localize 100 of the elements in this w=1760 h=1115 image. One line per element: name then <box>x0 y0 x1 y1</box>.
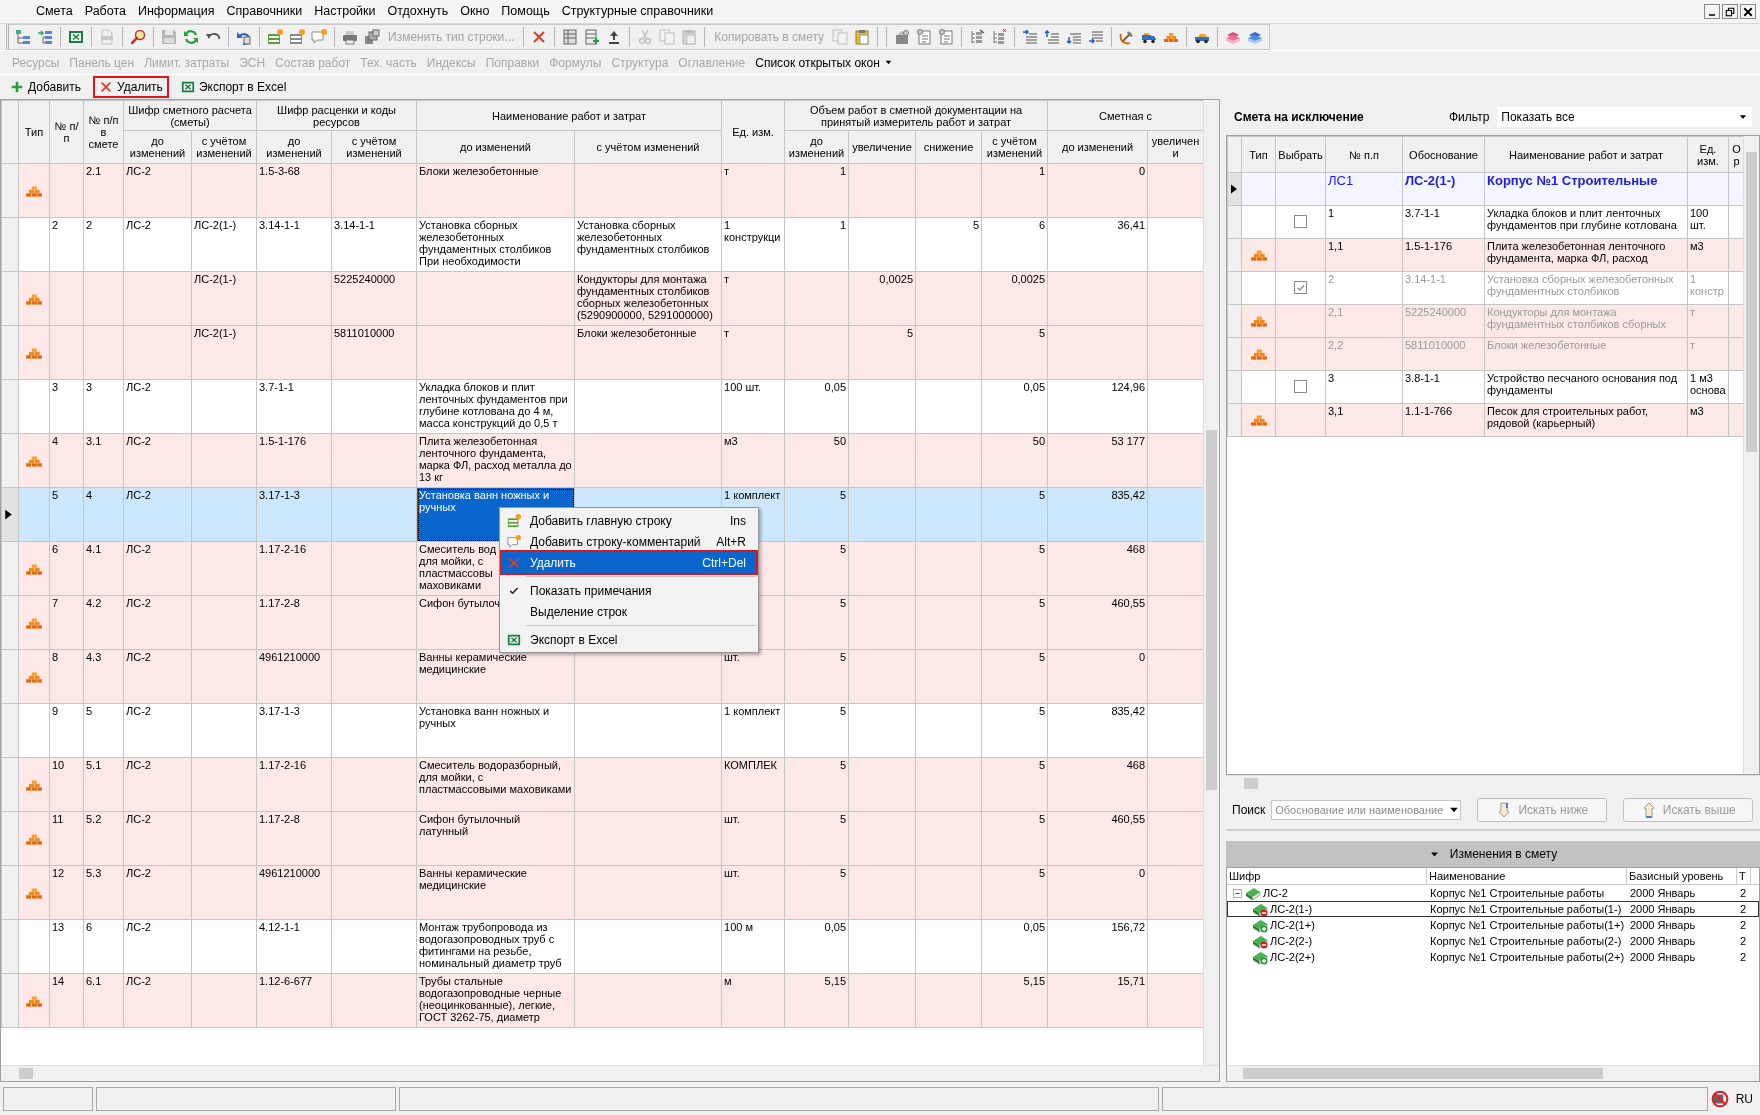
menu-item[interactable]: Структурные справочники <box>555 2 720 21</box>
table-cell: ЛС-2 <box>123 919 192 974</box>
indent-icon[interactable] <box>1022 29 1039 45</box>
table-cell: 4.1 <box>83 541 124 596</box>
scrollbar[interactable] <box>1 1065 1219 1081</box>
search-icon[interactable] <box>130 29 146 45</box>
table-icon[interactable] <box>562 29 579 45</box>
toolbar-button[interactable]: Удалить <box>93 76 169 98</box>
scrollbar[interactable] <box>1227 1065 1759 1081</box>
tree-icon[interactable] <box>15 29 31 45</box>
menu-item[interactable]: Информация <box>131 2 221 21</box>
menu-item[interactable]: Удалить Ctrl+Del <box>502 552 756 573</box>
comment-icon[interactable] <box>311 29 327 45</box>
column-header: Сметная с <box>1047 100 1203 131</box>
indent-icon[interactable] <box>1044 29 1061 45</box>
table-cell: 5 <box>784 865 849 920</box>
menu-item[interactable]: Работа <box>78 2 132 21</box>
toolbar-button[interactable]: Экспорт в Excel <box>174 76 293 98</box>
column-header: Шифр расценки и коды ресурсов <box>256 100 417 131</box>
add-row-icon[interactable] <box>289 29 305 45</box>
table-cell: ЛС-2 <box>123 487 192 542</box>
plus-icon <box>10 80 24 94</box>
table-cell: Установка сборных железобетонных фундаментных столбиков <box>1484 271 1688 305</box>
row-header[interactable] <box>1 487 19 542</box>
revert-icon[interactable] <box>236 29 252 45</box>
comment-icon <box>507 534 521 549</box>
table-cell: Корпус №1 Строительные <box>1484 172 1688 206</box>
column-header: с учётом изменений <box>981 130 1048 164</box>
table-cell: 5 <box>981 487 1048 542</box>
scrollbar[interactable] <box>1203 100 1219 1065</box>
scrollbar[interactable] <box>1743 136 1759 774</box>
document-icon[interactable] <box>938 29 955 45</box>
table-cell: 5 <box>784 811 849 866</box>
hammer-icon[interactable] <box>1119 29 1136 45</box>
table-cell: 0 <box>1047 163 1148 218</box>
column-header: № п/п <box>49 100 84 164</box>
checkbox[interactable] <box>1294 379 1307 393</box>
close-icon[interactable] <box>1742 5 1754 18</box>
document-icon[interactable] <box>916 29 933 45</box>
table-cell: ЛС-2 <box>123 595 192 650</box>
table-cell: 9 <box>49 703 84 758</box>
table-cell: 36,41 <box>1047 217 1148 272</box>
table-cell: Блоки железобетонные <box>1484 337 1688 371</box>
indent-icon[interactable] <box>1088 29 1105 45</box>
checkbox[interactable] <box>1294 214 1307 228</box>
refresh-icon[interactable] <box>183 29 199 45</box>
menu-item[interactable]: Справочники <box>220 2 309 21</box>
table-cell: 3 <box>83 379 124 434</box>
table-cell: т <box>721 271 785 326</box>
table-cell: 1 <box>784 217 849 272</box>
table-cell: 4 <box>49 433 84 488</box>
menu-item[interactable]: Настройки <box>308 2 382 21</box>
menu-item[interactable]: Отдохнуть <box>381 2 455 21</box>
table-cell: 50 <box>981 433 1048 488</box>
books-icon[interactable] <box>1225 29 1242 45</box>
tree-cell-text: 2000 Январь <box>1629 949 1697 965</box>
table-cell: 5,15 <box>981 973 1048 1028</box>
tree-row[interactable]: ЛС-2(2+) Корпус №1 Строительные работы(2+) 2000 Январь 2 <box>1227 949 1759 965</box>
printer-icon[interactable] <box>342 29 358 45</box>
table-add-icon[interactable] <box>584 29 601 45</box>
menu-item[interactable]: Окно <box>454 2 496 21</box>
table-cell: м3 <box>721 433 785 488</box>
table-cell: 5 <box>784 595 849 650</box>
tree-row[interactable]: ЛС-2 Корпус №1 Строительные работы 2000 Январь 2 <box>1227 885 1759 901</box>
column-header: Наименование работ и затрат <box>416 100 722 131</box>
list-edit-icon[interactable] <box>969 29 986 45</box>
table-cell: 14 <box>49 973 84 1028</box>
table-cell: 1 м3 основа <box>1687 370 1729 404</box>
panel-tab[interactable]: Список открытых окон <box>751 53 897 72</box>
clipboard-icon[interactable] <box>854 29 871 45</box>
delete-icon[interactable] <box>531 29 548 45</box>
row-header[interactable] <box>1227 172 1242 206</box>
spreadsheet-icon[interactable] <box>68 29 84 45</box>
column-header: Тип <box>1241 136 1276 173</box>
tree-row[interactable]: ЛС-2(2-) Корпус №1 Строительные работы(2-) 2000 Январь 2 <box>1227 933 1759 949</box>
column-header: с учётом изменений <box>574 130 722 164</box>
menu-item[interactable]: Смета <box>30 2 79 21</box>
search-field[interactable]: Обоснование или наименование <box>1271 800 1462 820</box>
language-indicator[interactable]: RU <box>1731 1090 1757 1108</box>
table-cell: Ванны керамические медицинские <box>416 649 575 704</box>
tree-row[interactable]: ЛС-2(1-) Корпус №1 Строительные работы(1-) 2000 Январь 2 <box>1227 901 1759 917</box>
books-icon[interactable] <box>1247 29 1264 45</box>
add-row-icon[interactable] <box>267 29 283 45</box>
table-cell: 1 <box>1325 205 1403 239</box>
tree-cell-text: Корпус №1 Строительные работы(1-) <box>1429 901 1623 917</box>
building-icon[interactable] <box>894 29 911 45</box>
tree-row[interactable]: ЛС-2(1+) Корпус №1 Строительные работы(1+) 2000 Январь 2 <box>1227 917 1759 933</box>
tree-cell-text: ЛС-2(1+) <box>1270 917 1315 933</box>
menu-item[interactable]: Помощь <box>495 2 556 21</box>
toolbar-button[interactable]: Добавить <box>4 76 88 98</box>
table-cell: 10 <box>49 757 84 812</box>
table-cell: 0 <box>1047 865 1148 920</box>
table-cell: 5 <box>784 703 849 758</box>
tree-arrow-icon[interactable] <box>37 29 53 45</box>
spreadsheet-icon <box>180 80 195 94</box>
documents-icon[interactable] <box>364 29 380 45</box>
section-header[interactable]: Изменения в смету <box>1226 841 1760 867</box>
restore-icon[interactable] <box>1724 5 1736 18</box>
filter-dropdown[interactable]: Показать все <box>1497 107 1752 127</box>
list-delete-icon[interactable] <box>991 29 1008 45</box>
